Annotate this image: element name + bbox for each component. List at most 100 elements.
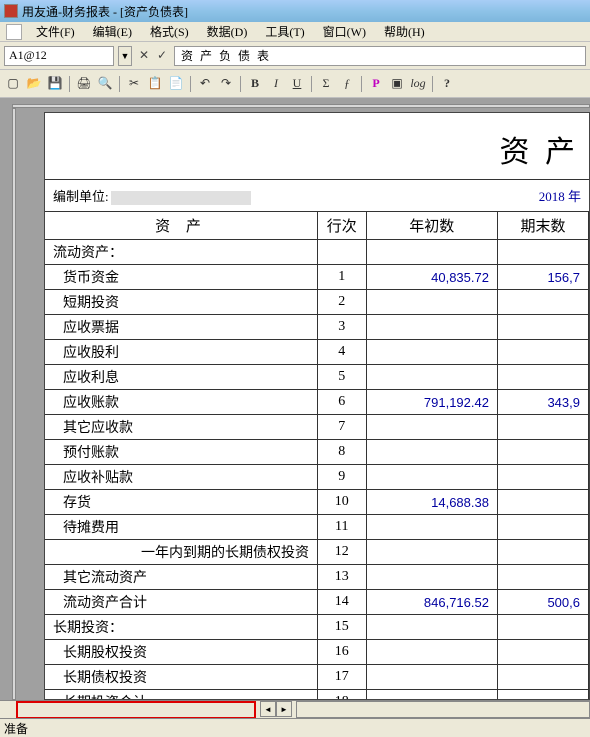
line-cell[interactable]: 1 (318, 265, 367, 290)
bold-icon[interactable]: B (246, 75, 264, 93)
begin-cell[interactable]: 846,716.52 (367, 590, 498, 615)
line-cell[interactable]: 6 (318, 390, 367, 415)
asset-cell[interactable]: 长期股权投资 (45, 640, 318, 665)
table-row[interactable]: 其它流动资产13 (45, 565, 589, 590)
end-cell[interactable] (498, 565, 589, 590)
asset-cell[interactable]: 长期投资合计 (45, 690, 318, 700)
window-icon[interactable]: ▣ (388, 75, 406, 93)
menu-file[interactable]: 文件(F) (28, 21, 83, 42)
line-cell[interactable]: 17 (318, 665, 367, 690)
cell-reference-box[interactable]: A1@12 (4, 46, 114, 66)
asset-cell[interactable]: 其它流动资产 (45, 565, 318, 590)
line-cell[interactable]: 16 (318, 640, 367, 665)
table-row[interactable]: 应收补贴款9 (45, 465, 589, 490)
end-cell[interactable] (498, 315, 589, 340)
line-cell[interactable]: 13 (318, 565, 367, 590)
menu-format[interactable]: 格式(S) (142, 21, 197, 42)
function-icon[interactable]: ƒ (338, 75, 356, 93)
begin-cell[interactable] (367, 240, 498, 265)
end-cell[interactable] (498, 665, 589, 690)
menu-help[interactable]: 帮助(H) (376, 21, 433, 42)
scroll-left-icon[interactable]: ◄ (260, 701, 276, 717)
help-icon[interactable]: ? (438, 75, 456, 93)
table-row[interactable]: 长期投资合计18 (45, 690, 589, 700)
ruler-vertical[interactable] (12, 108, 16, 700)
end-cell[interactable] (498, 465, 589, 490)
begin-cell[interactable] (367, 315, 498, 340)
begin-cell[interactable] (367, 290, 498, 315)
begin-cell[interactable]: 40,835.72 (367, 265, 498, 290)
table-row[interactable]: 一年内到期的长期债权投资12 (45, 540, 589, 565)
asset-cell[interactable]: 一年内到期的长期债权投资 (45, 540, 318, 565)
line-cell[interactable] (318, 240, 367, 265)
open-icon[interactable]: 📂 (25, 75, 43, 93)
table-row[interactable]: 长期股权投资16 (45, 640, 589, 665)
underline-icon[interactable]: U (288, 75, 306, 93)
asset-cell[interactable]: 应收补贴款 (45, 465, 318, 490)
line-cell[interactable]: 2 (318, 290, 367, 315)
end-cell[interactable] (498, 540, 589, 565)
begin-cell[interactable] (367, 690, 498, 700)
menu-tools[interactable]: 工具(T) (257, 21, 312, 42)
scroll-right-icon[interactable]: ► (276, 701, 292, 717)
begin-cell[interactable] (367, 540, 498, 565)
cancel-icon[interactable]: ✕ (136, 48, 152, 64)
line-cell[interactable]: 8 (318, 440, 367, 465)
begin-cell[interactable] (367, 365, 498, 390)
end-cell[interactable]: 343,9 (498, 390, 589, 415)
asset-cell[interactable]: 长期投资： (45, 615, 318, 640)
line-cell[interactable]: 3 (318, 315, 367, 340)
asset-cell[interactable]: 待摊费用 (45, 515, 318, 540)
asset-cell[interactable]: 应收利息 (45, 365, 318, 390)
menu-edit[interactable]: 编辑(E) (85, 21, 140, 42)
table-row[interactable]: 长期投资：15 (45, 615, 589, 640)
horizontal-scrollbar[interactable] (296, 701, 590, 718)
p-tool-icon[interactable]: P (367, 75, 385, 93)
end-cell[interactable]: 156,7 (498, 265, 589, 290)
begin-cell[interactable] (367, 440, 498, 465)
end-cell[interactable]: 500,6 (498, 590, 589, 615)
begin-cell[interactable] (367, 340, 498, 365)
asset-cell[interactable]: 应收账款 (45, 390, 318, 415)
line-cell[interactable]: 11 (318, 515, 367, 540)
asset-cell[interactable]: 流动资产合计 (45, 590, 318, 615)
table-row[interactable]: 应收利息5 (45, 365, 589, 390)
line-cell[interactable]: 15 (318, 615, 367, 640)
end-cell[interactable] (498, 690, 589, 700)
begin-cell[interactable] (367, 415, 498, 440)
line-cell[interactable]: 7 (318, 415, 367, 440)
menu-window[interactable]: 窗口(W) (315, 21, 374, 42)
end-cell[interactable] (498, 340, 589, 365)
line-cell[interactable]: 14 (318, 590, 367, 615)
table-row[interactable]: 应收股利4 (45, 340, 589, 365)
asset-cell[interactable]: 流动资产： (45, 240, 318, 265)
line-cell[interactable]: 5 (318, 365, 367, 390)
end-cell[interactable] (498, 290, 589, 315)
print-icon[interactable]: 🖨 (75, 75, 93, 93)
begin-cell[interactable] (367, 515, 498, 540)
end-cell[interactable] (498, 440, 589, 465)
asset-cell[interactable]: 货币资金 (45, 265, 318, 290)
table-row[interactable]: 待摊费用11 (45, 515, 589, 540)
end-cell[interactable] (498, 640, 589, 665)
ruler-horizontal[interactable] (12, 104, 590, 108)
table-row[interactable]: 应收账款6791,192.42343,9 (45, 390, 589, 415)
asset-cell[interactable]: 应收票据 (45, 315, 318, 340)
paste-icon[interactable]: 📄 (167, 75, 185, 93)
table-row[interactable]: 应收票据3 (45, 315, 589, 340)
begin-cell[interactable] (367, 665, 498, 690)
table-row[interactable]: 预付账款8 (45, 440, 589, 465)
log-tool[interactable]: log (409, 75, 427, 93)
save-icon[interactable]: 💾 (46, 75, 64, 93)
line-cell[interactable]: 18 (318, 690, 367, 700)
table-row[interactable]: 长期债权投资17 (45, 665, 589, 690)
undo-icon[interactable]: ↶ (196, 75, 214, 93)
end-cell[interactable] (498, 490, 589, 515)
table-row[interactable]: 流动资产合计14846,716.52500,6 (45, 590, 589, 615)
begin-cell[interactable] (367, 615, 498, 640)
line-cell[interactable]: 4 (318, 340, 367, 365)
line-cell[interactable]: 12 (318, 540, 367, 565)
begin-cell[interactable]: 791,192.42 (367, 390, 498, 415)
table-row[interactable]: 短期投资2 (45, 290, 589, 315)
line-cell[interactable]: 9 (318, 465, 367, 490)
